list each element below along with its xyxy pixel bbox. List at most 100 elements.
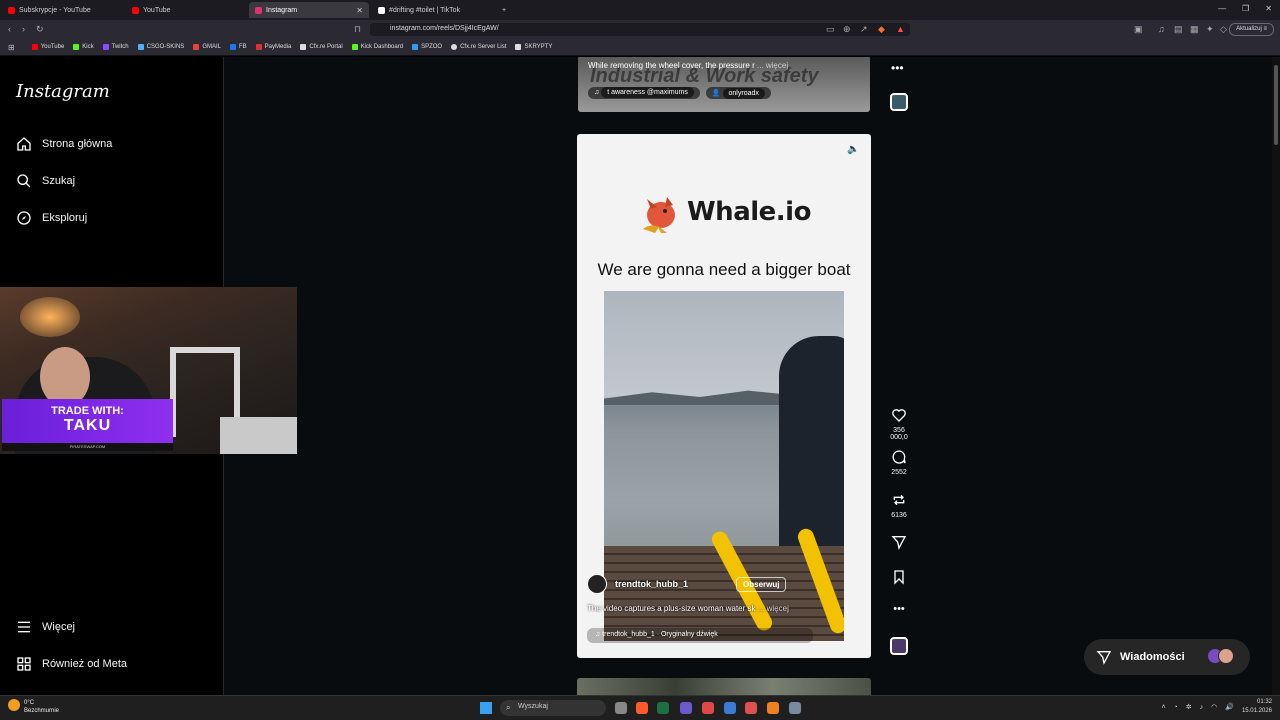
more-options-icon[interactable]: ••• — [884, 603, 914, 615]
network-icon[interactable]: ◔ — [1174, 704, 1178, 711]
tab-subskrypcje[interactable]: Subskrypcje - YouTube — [2, 2, 124, 18]
vpn-icon[interactable]: ◇ — [1220, 24, 1227, 35]
clock[interactable]: 01:32 15.01.2026 — [1242, 698, 1272, 716]
more-link[interactable]: ... więcej — [758, 604, 789, 613]
reel-username[interactable]: trendtok_hubb_1 — [615, 579, 688, 589]
bookmark-kick[interactable]: Kick — [73, 44, 94, 50]
sidebar-item-home[interactable]: Strona główna — [16, 136, 112, 152]
follow-button[interactable]: Obserwuj — [736, 576, 787, 592]
cast-icon[interactable]: ▭ — [826, 24, 835, 35]
app-icon[interactable] — [745, 702, 757, 714]
bluetooth-icon[interactable]: ✲ — [1186, 703, 1192, 711]
zoom-icon[interactable]: ⊕ — [843, 24, 851, 35]
app-icon[interactable] — [724, 702, 736, 714]
new-tab-button[interactable]: + — [496, 2, 510, 18]
messages-label: Wiadomości — [1120, 651, 1185, 663]
sidebar-item-more[interactable]: Więcej — [16, 619, 75, 635]
rewards-icon[interactable]: ▲ — [896, 24, 905, 34]
task-view-icon[interactable] — [615, 702, 627, 714]
taskbar-search[interactable]: ⌕ Wyszukaj — [500, 700, 606, 716]
sidebar-item-also-from-meta[interactable]: Również od Meta — [16, 656, 127, 672]
comment-icon — [892, 450, 906, 464]
sponsor-banner: TRADE WITH: TAKU PIRATESWAP.COM — [2, 399, 173, 451]
sidebar-item-search[interactable]: Szukaj — [16, 173, 75, 189]
reel-previous[interactable]: Industrial & Work safety While removing … — [578, 57, 870, 112]
more-link[interactable]: ... więcej — [757, 61, 788, 70]
weather-widget[interactable]: 0°C Bezchmurnie — [8, 699, 59, 715]
bookmark-spzoo[interactable]: SPZOO — [412, 44, 442, 50]
folder-icon — [515, 44, 522, 50]
settings-icon[interactable] — [789, 702, 801, 714]
speaker-icon[interactable]: 🔈 — [847, 144, 861, 158]
tagged-user[interactable]: 👤 onlyroadx — [705, 87, 771, 99]
sidebar-item-explore[interactable]: Eksploruj — [16, 210, 87, 226]
excel-icon[interactable] — [657, 702, 669, 714]
scrollbar[interactable] — [1272, 57, 1280, 695]
app-icon[interactable] — [702, 702, 714, 714]
avatar[interactable] — [587, 574, 607, 594]
volume-icon[interactable]: 🔊 — [1225, 703, 1234, 711]
update-button[interactable]: Aktualizuj ≡ — [1229, 23, 1274, 36]
brave-icon[interactable] — [636, 702, 648, 714]
bookmark-fb[interactable]: FB — [230, 44, 247, 50]
bookmark-cfx-portal[interactable]: Cfx.re Portal — [300, 44, 343, 50]
minimize-icon[interactable]: — — [1218, 4, 1226, 13]
discord-icon[interactable] — [680, 702, 692, 714]
wallet-icon[interactable]: ▦ — [1190, 24, 1199, 35]
sidebar-icon[interactable]: ▣ — [1134, 24, 1143, 35]
reel-audio[interactable]: ♫ trendtok_hubb_1 · Oryginalny dźwięk — [587, 628, 813, 643]
reader-icon[interactable]: ▤ — [1174, 24, 1183, 35]
messages-button[interactable]: Wiadomości — [1084, 639, 1250, 675]
tab-youtube[interactable]: YouTube — [126, 2, 248, 18]
close-window-icon[interactable]: ✕ — [1265, 4, 1272, 13]
reel-audio-label: trendtok_hubb_1 · Oryginalny dźwięk — [602, 631, 718, 638]
extensions-icon[interactable]: ✦ — [1206, 24, 1214, 35]
brave-shield-icon[interactable]: ◆ — [878, 24, 885, 35]
instagram-logo[interactable]: Instagram — [16, 81, 110, 102]
avatar — [1218, 648, 1234, 664]
bookmark-icon[interactable]: ⊓ — [354, 24, 361, 35]
bookmark-csgo-skins[interactable]: CSGO-SKINS — [137, 44, 185, 50]
repost-action[interactable]: 6136 — [884, 492, 914, 519]
bookmark-cfx-server-list[interactable]: Cfx.re Server List — [451, 44, 506, 50]
like-action[interactable]: 356 000,0 — [884, 407, 914, 441]
music-icon[interactable]: ♫ — [1158, 24, 1165, 34]
audio-thumbnail[interactable] — [890, 93, 908, 111]
forward-icon[interactable]: › — [22, 24, 25, 34]
tab-instagram[interactable]: Instagram ✕ — [249, 2, 369, 18]
tab-tiktok[interactable]: #drifting #toilet | TikTok — [372, 2, 496, 18]
bookmark-twitch[interactable]: Twitch — [102, 44, 129, 50]
audio-thumbnail[interactable] — [890, 637, 908, 655]
clock-time: 01:32 — [1256, 699, 1272, 705]
apps-grid-icon[interactable]: ⊞ — [8, 43, 15, 52]
bookmark-gmail[interactable]: GMAIL — [193, 44, 221, 50]
close-tab-icon[interactable]: ✕ — [356, 6, 363, 15]
app-icon[interactable] — [767, 702, 779, 714]
more-options-icon[interactable]: ••• — [891, 61, 904, 75]
reel-caption: The video captures a plus-size woman wat… — [587, 604, 789, 613]
reel-current[interactable]: 🔈 Whale.io We are gonna need a bigger bo… — [577, 134, 871, 658]
mic-icon[interactable]: ♪ — [1200, 704, 1204, 711]
comment-action[interactable]: 2552 — [884, 449, 914, 476]
save-action[interactable] — [884, 569, 914, 589]
audio-tag[interactable]: ♫ t awareness @maximums — [588, 87, 700, 99]
instagram-page: Instagram Strona główna Szukaj Eksploruj… — [0, 57, 1280, 698]
bookmark-paymedia[interactable]: PayMedia — [255, 44, 291, 50]
back-icon[interactable]: ‹ — [8, 24, 11, 34]
chevron-up-icon[interactable]: ˄ — [1161, 704, 1165, 711]
bookmark-label: CSGO-SKINS — [146, 44, 185, 50]
reload-icon[interactable]: ↻ — [36, 24, 44, 35]
bookmark-skrypty[interactable]: SKRYPTY — [515, 44, 552, 50]
bookmark-save-icon — [894, 570, 904, 585]
share-icon[interactable]: ↗ — [860, 24, 868, 35]
wifi-icon[interactable]: ◠ — [1211, 703, 1217, 711]
restore-icon[interactable]: ❐ — [1242, 4, 1249, 13]
windows-start-icon[interactable] — [480, 702, 492, 714]
scrollbar-thumb[interactable] — [1274, 65, 1278, 145]
instagram-icon — [255, 6, 262, 14]
bookmark-kick-dashboard[interactable]: Kick Dashboard — [351, 44, 403, 50]
system-tray: ˄ ◔ ✲ ♪ ◠ 🔊 01:32 15.01.2026 — [1161, 698, 1272, 716]
share-action[interactable] — [884, 534, 914, 554]
bookmark-youtube[interactable]: YouTube — [31, 44, 64, 50]
url-text: instagram.com/reels/DSjj4IcEgAW/ — [390, 25, 499, 32]
